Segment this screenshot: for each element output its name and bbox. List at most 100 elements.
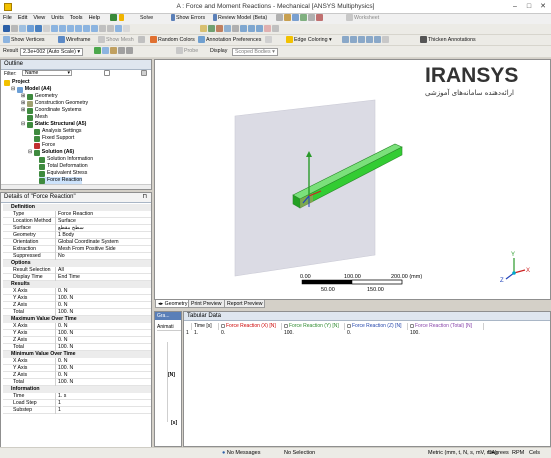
column-force-x[interactable]: Force Reaction (X) [N] (219, 323, 282, 330)
tree-node-analysis-settings[interactable]: Analysis Settings (34, 128, 82, 135)
details-row[interactable]: Type Force Reaction (3, 211, 151, 218)
tool-icon-3[interactable] (292, 14, 299, 22)
tree-node-fixed-support[interactable]: Fixed Support (34, 135, 74, 142)
triad-icon[interactable] (256, 25, 263, 33)
viewport-icon[interactable] (272, 25, 279, 33)
set-view-icon[interactable] (123, 25, 130, 33)
menu-units[interactable]: Units (48, 14, 67, 21)
edges-icon[interactable] (102, 47, 109, 55)
pan-icon[interactable] (59, 25, 66, 33)
details-section-header[interactable]: Results (3, 281, 151, 288)
details-row[interactable]: Z Axis 0. N (3, 302, 151, 309)
extend-icon[interactable] (43, 25, 50, 33)
details-row[interactable]: Y Axis 100. N (3, 295, 151, 302)
tool-icon-4[interactable] (300, 14, 307, 22)
details-pin-icon[interactable]: ⊓ (142, 193, 147, 202)
lightning-icon[interactable] (119, 14, 125, 22)
fit-icon[interactable] (83, 25, 90, 33)
details-row[interactable]: Z Axis 0. N (3, 337, 151, 344)
tree-node-model[interactable]: ⊟ Model (A4) (11, 86, 51, 93)
solve-button[interactable]: Solve (140, 14, 153, 23)
column-time[interactable]: Time [s] (192, 323, 219, 330)
vector-icon[interactable] (110, 47, 117, 55)
tree-node-force-reaction[interactable]: Force Reaction (39, 177, 83, 184)
details-row[interactable]: X Axis 0. N (3, 288, 151, 295)
column-x-checkbox[interactable] (221, 323, 225, 328)
menu-help[interactable]: Help (86, 14, 103, 21)
details-row[interactable]: Display Time End Time (3, 274, 151, 281)
menu-file[interactable]: File (0, 14, 15, 21)
messages-status[interactable]: ● No Messages (222, 450, 261, 456)
edge-icon[interactable] (19, 25, 26, 33)
iso-view-icon[interactable] (115, 25, 122, 33)
tree-node-solution-information[interactable]: Solution Information (39, 156, 93, 163)
menu-edit[interactable]: Edit (15, 14, 30, 21)
edge-style-4-icon[interactable] (366, 36, 373, 44)
details-row[interactable]: Total 100. N (3, 344, 151, 351)
menu-tools[interactable]: Tools (67, 14, 86, 21)
minimize-button[interactable]: – (508, 2, 522, 11)
column-force-total[interactable]: Force Reaction (Total) [N] (408, 323, 484, 330)
contour-icon[interactable] (94, 47, 101, 55)
section-plane-icon[interactable] (224, 25, 231, 33)
tool-icon-6[interactable] (316, 14, 323, 22)
zoom-icon[interactable] (67, 25, 74, 33)
details-section-header[interactable]: Information (3, 386, 151, 393)
temperature-units-status[interactable]: Cels (529, 450, 540, 456)
result-scale-dropdown[interactable]: 2.3e+002 (Auto Scale) ▾ (20, 48, 83, 56)
details-row[interactable]: Y Axis 100. N (3, 365, 151, 372)
details-row[interactable]: X Axis 0. N (3, 323, 151, 330)
tree-node-mesh[interactable]: Mesh (27, 114, 48, 121)
angle-units-status[interactable]: Degrees (488, 450, 509, 456)
tree-node-project[interactable]: Project (4, 79, 30, 86)
min-icon[interactable] (126, 47, 133, 55)
tree-node-geometry[interactable]: ⊞ Geometry (21, 93, 58, 100)
tree-node-coordinate-systems[interactable]: ⊞ Coordinate Systems (21, 107, 82, 114)
details-row[interactable]: Total 100. N (3, 379, 151, 386)
show-errors-button[interactable]: Show Errors (171, 14, 205, 23)
details-row[interactable]: Total 100. N (3, 309, 151, 316)
units-status[interactable]: Metric (mm, t, N, s, mV, mA) (428, 450, 497, 456)
tree-node-solution[interactable]: ⊟ Solution (A6) (28, 149, 74, 156)
orientation-triad[interactable]: Y X Z (500, 252, 530, 284)
details-row[interactable]: X Axis 0. N (3, 358, 151, 365)
tree-node-static-structural[interactable]: ⊟ Static Structural (A5) (21, 121, 86, 128)
eraser-icon[interactable] (264, 25, 271, 33)
filter-dropdown[interactable]: Name ▾ (22, 70, 72, 76)
column-y-checkbox[interactable] (284, 323, 288, 328)
select-mode-icon[interactable] (3, 25, 10, 33)
show-icon[interactable] (208, 25, 215, 33)
random-colors-button[interactable]: Random Colors (150, 36, 195, 45)
review-model-button[interactable]: Review Model (Beta) (213, 14, 267, 23)
column-total-checkbox[interactable] (410, 323, 414, 328)
max-icon[interactable] (118, 47, 125, 55)
maximize-button[interactable]: □ (522, 2, 536, 11)
details-row[interactable]: Time 1. s (3, 393, 151, 400)
annotation-preferences-button[interactable]: Annotation Preferences (198, 36, 261, 45)
worksheet-button[interactable]: Worksheet (346, 14, 379, 23)
show-vertices-button[interactable]: Show Vertices (3, 36, 45, 45)
tool-icon-5[interactable] (308, 14, 315, 22)
thicken-annotations-button[interactable]: Thicken Annotations (420, 36, 476, 45)
scoped-bodies-dropdown[interactable]: Scoped Bodies ▾ (232, 48, 278, 56)
split-icon[interactable] (138, 36, 145, 44)
magnify-icon[interactable] (91, 25, 98, 33)
edge-style-2-icon[interactable] (350, 36, 357, 44)
rotate-icon[interactable] (51, 25, 58, 33)
tree-node-total-deformation[interactable]: Total Deformation (39, 163, 88, 170)
details-row[interactable]: Result Selection All (3, 267, 151, 274)
filter-search-icon[interactable] (104, 70, 110, 76)
menu-view[interactable]: View (30, 14, 48, 21)
probe-button[interactable]: Probe (176, 47, 198, 56)
model-view[interactable]: IRANSYS ارائه‌دهنده سامانه‌های آموزشی 0.… (155, 60, 551, 300)
details-row[interactable]: Orientation Global Coordinate System (3, 239, 151, 246)
outline-scrollbar[interactable] (1, 184, 151, 189)
tab-report-preview[interactable]: Report Preview (224, 300, 266, 308)
close-button[interactable]: ✕ (536, 2, 550, 11)
column-z-checkbox[interactable] (347, 323, 351, 328)
vertex-icon[interactable] (11, 25, 18, 33)
details-row[interactable]: Extraction Mesh From Positive Side (3, 246, 151, 253)
details-row[interactable]: Load Step 1 (3, 400, 151, 407)
box-zoom-icon[interactable] (75, 25, 82, 33)
edge-style-3-icon[interactable] (358, 36, 365, 44)
